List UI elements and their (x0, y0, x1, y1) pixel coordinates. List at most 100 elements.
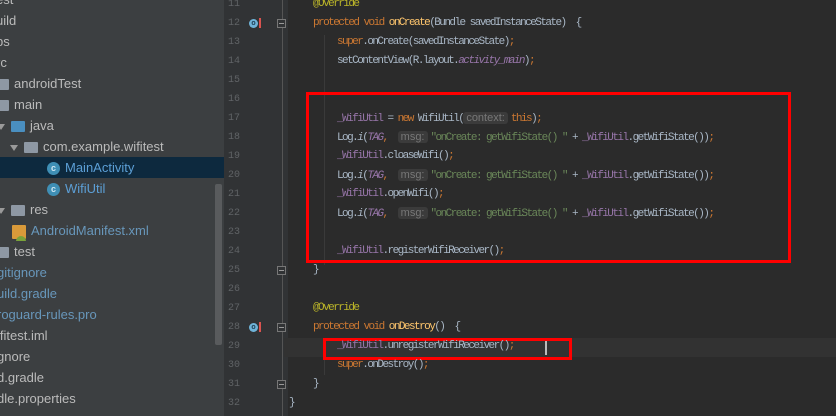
code-token: (Bundle savedInstanceState) { (429, 17, 582, 29)
code-line[interactable]: setContentView(R.layout.activity_main); (337, 52, 536, 71)
class-icon: c (47, 162, 60, 176)
code-token: super (337, 36, 364, 48)
code-token: protected void (313, 321, 389, 333)
code-token: ; (508, 36, 516, 48)
expand-arrow-icon[interactable] (0, 123, 5, 130)
tree-item[interactable]: java (0, 115, 224, 136)
override-arrow-icon (259, 322, 261, 332)
code-token: } (313, 378, 320, 390)
tree-item-label: gnore (0, 349, 31, 364)
tree-item[interactable]: gnore (0, 346, 224, 367)
line-number: 15 (228, 75, 241, 86)
code-line[interactable]: @Override (313, 299, 360, 318)
override-method-icon[interactable]: o (249, 323, 258, 332)
tree-item[interactable]: rc (0, 52, 224, 73)
code-token: ; (508, 340, 516, 352)
expand-arrow-icon[interactable] (10, 144, 18, 151)
tree-item[interactable]: c MainActivity (0, 157, 224, 178)
tree-item[interactable]: gitignore (0, 262, 224, 283)
line-number: 21 (228, 189, 241, 200)
tree-item[interactable]: main (0, 94, 224, 115)
tree-item-label: roguard-rules.pro (0, 307, 97, 322)
tree-item-label: rc (0, 55, 7, 70)
project-scrollbar[interactable] (215, 184, 222, 345)
code-line[interactable]: Log.i(TAG, msg: "onCreate: getWifiState()… (337, 128, 715, 147)
tree-item[interactable]: bs (0, 31, 224, 52)
tree-item[interactable]: uild.gradle (0, 283, 224, 304)
tree-item[interactable]: est (0, 0, 224, 10)
tree-item[interactable]: res (0, 199, 224, 220)
tree-item[interactable]: AndroidManifest.xml (0, 220, 224, 241)
android-manifest-icon (12, 224, 26, 241)
code-token: _WifiUtil (337, 150, 384, 162)
line-number: 13 (228, 37, 241, 48)
code-token: () { (434, 321, 461, 333)
expand-arrow-icon[interactable] (0, 207, 5, 214)
tree-item-label: d.gradle (0, 370, 44, 385)
code-line[interactable]: super.onCreate(savedInstanceState); (337, 33, 516, 52)
code-line[interactable]: protected void onDestroy() { (313, 318, 461, 337)
line-number: 26 (228, 284, 241, 295)
code-token: , (382, 170, 398, 182)
tree-item-label: ifitest.iml (0, 328, 48, 343)
override-method-icon[interactable]: o (249, 19, 258, 28)
fold-guide (282, 0, 283, 416)
tree-item[interactable]: uild (0, 10, 224, 31)
fold-toggle-icon[interactable] (277, 19, 286, 28)
code-line[interactable]: _WifiUtil.unregisterWifiReceiver(); (337, 337, 516, 356)
code-token: ; (708, 170, 715, 182)
tree-item[interactable]: test (0, 241, 224, 262)
code-token: _WifiUtil (337, 113, 384, 125)
fold-toggle-icon[interactable] (277, 380, 286, 389)
tree-item[interactable]: roguard-rules.pro (0, 304, 224, 325)
code-token: onCreate (388, 17, 431, 29)
tree-item[interactable]: d.gradle (0, 367, 224, 388)
tree-item[interactable]: dle.properties (0, 388, 224, 409)
code-line[interactable]: } (313, 261, 320, 280)
code-token: ; (498, 245, 506, 257)
code-token: ; (528, 55, 536, 67)
code-token: + (566, 170, 583, 182)
code-line[interactable]: _WifiUtil.registerWifiReceiver(); (337, 242, 506, 261)
tree-item-label: uild (0, 13, 17, 28)
code-line[interactable]: Log.i(TAG, msg: "onCreate: getWifiState()… (337, 204, 715, 223)
code-line[interactable]: Log.i(TAG, msg: "onCreate: getWifiState()… (337, 166, 715, 185)
code-token: + (566, 132, 583, 144)
code-token: Log. (337, 170, 359, 182)
code-token: .openWifi() (382, 188, 439, 200)
code-token: "onCreate: getWifiState() " (430, 132, 569, 144)
parameter-hint: context: (463, 112, 508, 124)
tree-item[interactable]: androidTest (0, 73, 224, 94)
folder-icon (0, 247, 9, 259)
code-line[interactable]: _WifiUtil.openWifi(); (337, 185, 445, 204)
tree-item-label: dle.properties (0, 391, 76, 406)
line-number: 28 (228, 322, 241, 333)
code-token: ; (536, 113, 543, 125)
code-token: , (382, 132, 398, 144)
code-line[interactable]: } (289, 394, 296, 413)
code-line[interactable]: } (313, 375, 320, 394)
code-token: new (397, 113, 418, 125)
tree-item-label: main (14, 97, 43, 112)
code-line[interactable]: _WifiUtil.cloaseWifi(); (337, 147, 455, 166)
tree-item[interactable]: ifitest.iml (0, 325, 224, 346)
line-number: 24 (228, 246, 241, 257)
code-line[interactable]: super.onDestroy(); (337, 356, 430, 375)
package-icon (24, 142, 38, 154)
code-token: @Override (313, 302, 360, 314)
line-number: 29 (228, 341, 241, 352)
fold-toggle-icon[interactable] (277, 323, 286, 332)
code-line[interactable]: protected void onCreate(Bundle savedInst… (313, 14, 582, 33)
code-token: } (289, 397, 296, 409)
line-number: 30 (228, 360, 241, 371)
code-line[interactable]: _WifiUtil = new WifiUtil(context: this); (337, 109, 543, 128)
code-token: onDestroy (388, 321, 436, 333)
tree-item[interactable]: com.example.wifitest (0, 136, 224, 157)
code-token: TAG (367, 208, 384, 220)
code-token: ; (448, 150, 455, 162)
tree-item-label: bs (0, 34, 10, 49)
line-number: 32 (228, 398, 241, 409)
fold-toggle-icon[interactable] (277, 266, 286, 275)
tree-item[interactable]: c WifiUtil (0, 178, 224, 199)
code-line[interactable]: @Override (313, 0, 360, 14)
